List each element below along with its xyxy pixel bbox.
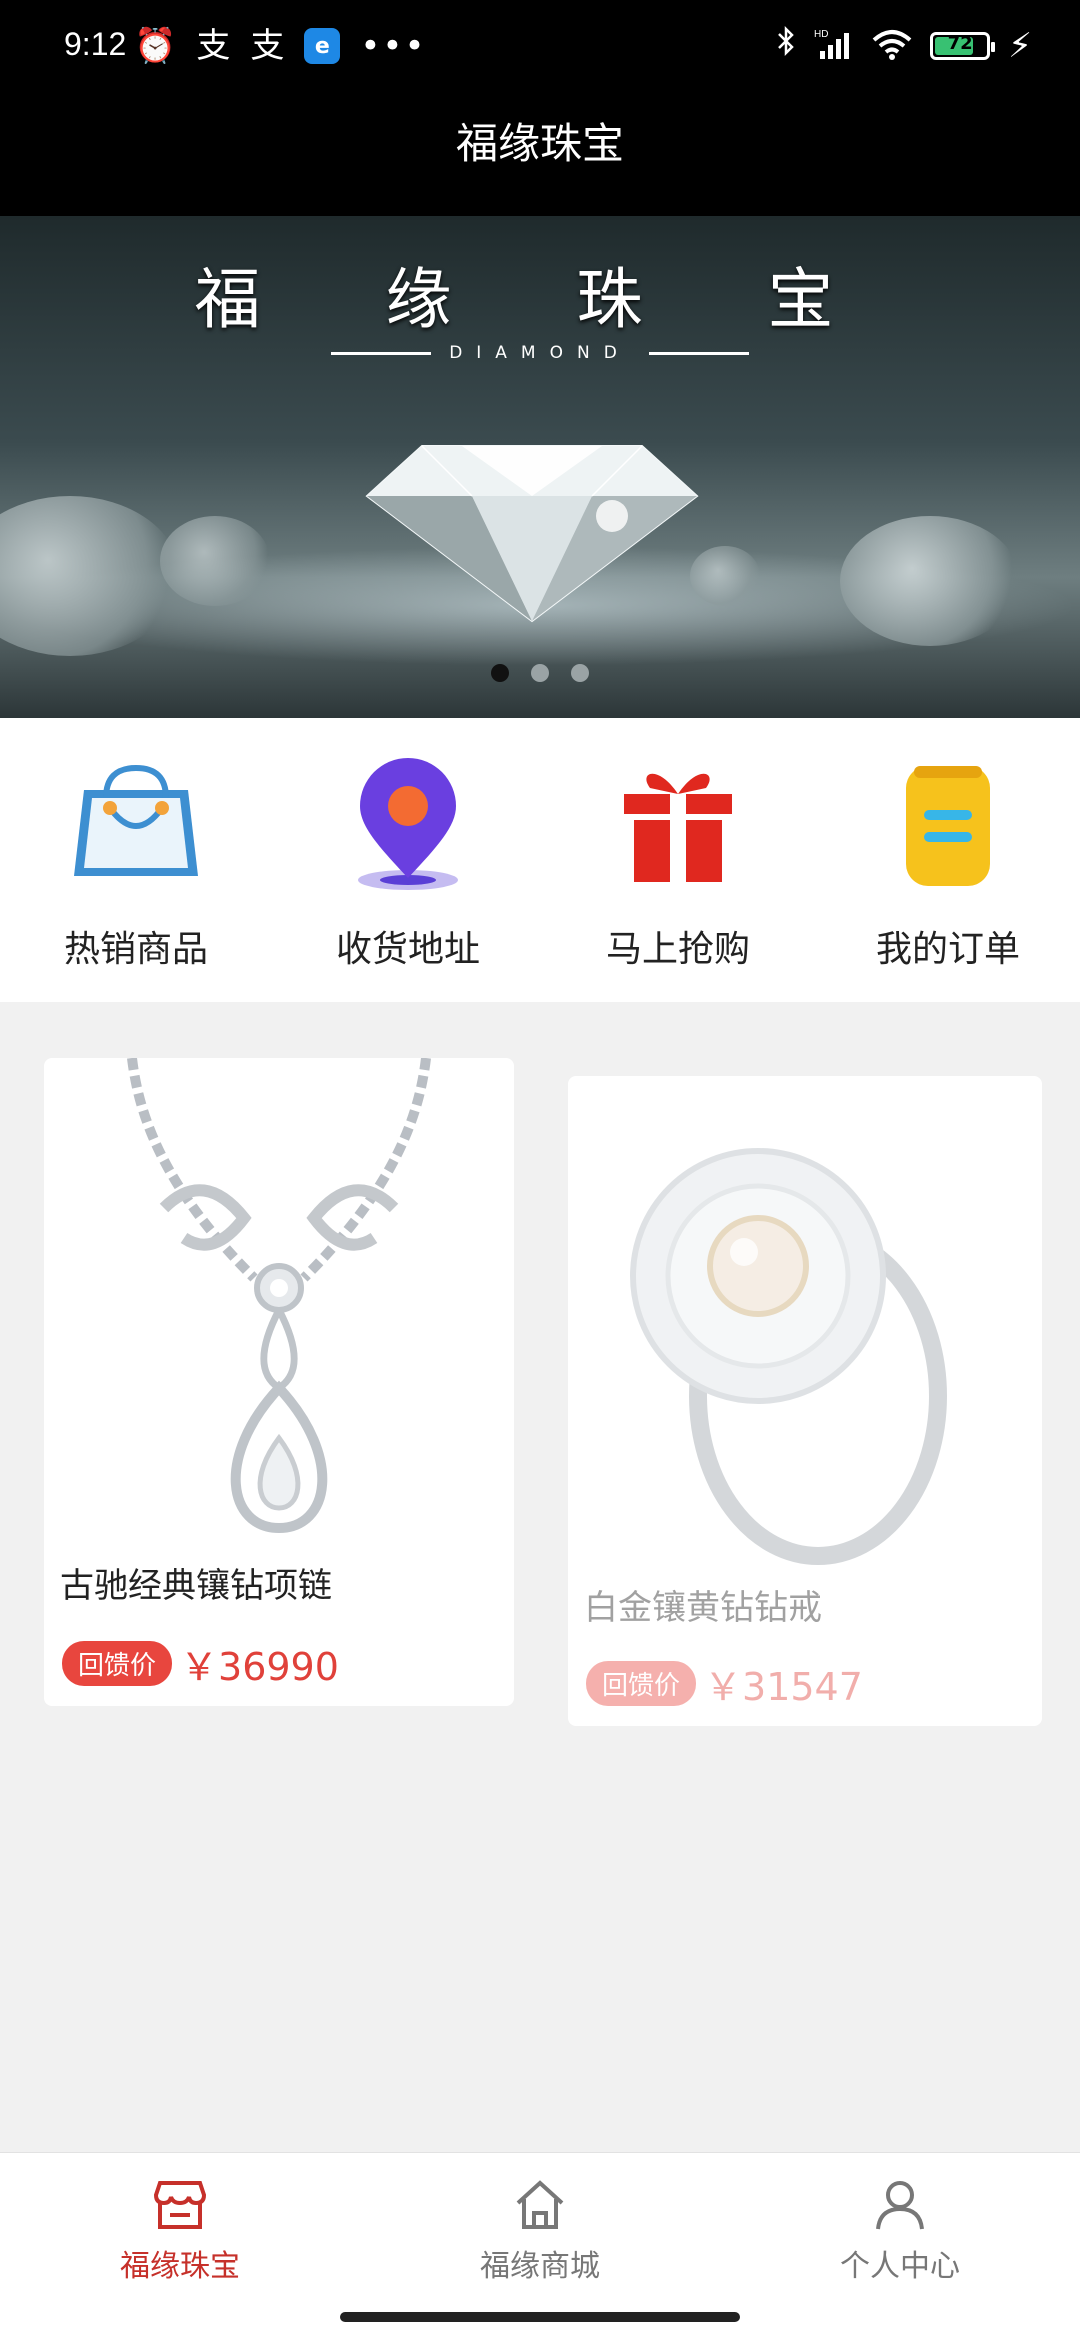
page-title: 福缘珠宝 xyxy=(455,119,624,168)
product-card[interactable]: 白金镶黄钻钻戒 回馈价 ￥31547 xyxy=(568,1076,1042,1726)
wifi-icon xyxy=(872,28,912,64)
status-bar: 9:12 ⏰ 支 支 e ••• HD 72 ⚡ xyxy=(0,0,1080,96)
banner-subtitle-text: DIAMOND xyxy=(449,343,631,363)
signal-hd-icon: HD xyxy=(814,27,854,65)
svg-text:HD: HD xyxy=(814,29,828,40)
battery-icon: 72 xyxy=(930,32,996,60)
banner-title: 福 缘 珠 宝 xyxy=(194,261,886,338)
product-card[interactable]: 古驰经典镶钻项链 回馈价 ￥36990 xyxy=(44,1058,514,1706)
quick-menu-my-orders[interactable]: 我的订单 xyxy=(848,758,1048,972)
more-dots-icon: ••• xyxy=(360,26,427,66)
notification-icon: 支 xyxy=(196,26,231,66)
banner-divider xyxy=(648,351,749,355)
banner-bokeh xyxy=(160,516,270,606)
product-name: 古驰经典镶钻项链 xyxy=(60,1566,332,1606)
price-badge: 回馈价 xyxy=(62,1641,173,1686)
necklace-image xyxy=(127,1058,431,1534)
bluetooth-icon xyxy=(776,22,796,70)
carousel-dot[interactable] xyxy=(571,664,589,682)
nav-item-profile[interactable]: 个人中心 xyxy=(780,2177,1020,2285)
carousel-dot[interactable] xyxy=(531,664,549,682)
nav-item-jewelry[interactable]: 福缘珠宝 xyxy=(60,2177,300,2285)
app-icon: e xyxy=(304,28,341,64)
status-time: 9:12 xyxy=(64,26,127,62)
quick-menu-address[interactable]: 收货地址 xyxy=(308,758,508,972)
quick-menu-label: 收货地址 xyxy=(335,929,480,970)
location-pin-icon xyxy=(338,758,478,898)
quick-menu-hot-products[interactable]: 热销商品 xyxy=(36,758,236,972)
shopping-bag-icon xyxy=(66,758,206,898)
product-name: 白金镶黄钻钻戒 xyxy=(584,1588,822,1628)
user-icon xyxy=(872,2177,928,2233)
product-price-row: 回馈价 ￥31547 xyxy=(586,1656,863,1711)
banner-bokeh xyxy=(840,516,1020,646)
quick-menu: 热销商品 收货地址 马上抢购 我的订单 xyxy=(0,718,1080,1002)
price-badge: 回馈价 xyxy=(586,1661,697,1706)
nav-label: 福缘珠宝 xyxy=(120,2249,240,2284)
banner-divider xyxy=(331,351,432,355)
nav-label: 个人中心 xyxy=(840,2249,960,2284)
product-image xyxy=(568,1076,1042,1586)
banner-carousel[interactable]: 福 缘 珠 宝 DIAMOND xyxy=(0,216,1080,718)
quick-menu-label: 马上抢购 xyxy=(605,929,750,970)
carousel-indicator xyxy=(0,664,1080,682)
ring-image xyxy=(630,1148,947,1565)
charging-icon: ⚡ xyxy=(1008,26,1032,66)
carousel-dot[interactable] xyxy=(491,664,509,682)
battery-level: 72 xyxy=(947,33,973,54)
nav-item-mall[interactable]: 福缘商城 xyxy=(420,2177,660,2285)
notification-icon: 支 xyxy=(250,26,285,66)
store-icon xyxy=(152,2177,208,2233)
quick-menu-flash-sale[interactable]: 马上抢购 xyxy=(578,758,778,972)
top-bar: 9:12 ⏰ 支 支 e ••• HD 72 ⚡ 福缘珠宝 xyxy=(0,0,1080,216)
diamond-image xyxy=(365,445,699,623)
gift-icon xyxy=(608,758,748,898)
order-list-icon xyxy=(878,758,1018,898)
quick-menu-label: 我的订单 xyxy=(875,929,1020,970)
product-image xyxy=(44,1058,514,1568)
product-price: ￥36990 xyxy=(180,1645,339,1689)
product-price-row: 回馈价 ￥36990 xyxy=(62,1636,339,1691)
home-icon xyxy=(512,2177,568,2233)
home-indicator[interactable] xyxy=(340,2312,740,2322)
product-price: ￥31547 xyxy=(704,1665,863,1709)
banner-subtitle: DIAMOND xyxy=(310,338,770,368)
quick-menu-label: 热销商品 xyxy=(63,929,208,970)
alarm-icon: ⏰ xyxy=(134,26,177,66)
status-right-icons: HD 72 ⚡ xyxy=(776,22,1032,70)
nav-label: 福缘商城 xyxy=(480,2249,600,2284)
status-left-icons: ⏰ 支 支 e ••• xyxy=(134,22,427,70)
